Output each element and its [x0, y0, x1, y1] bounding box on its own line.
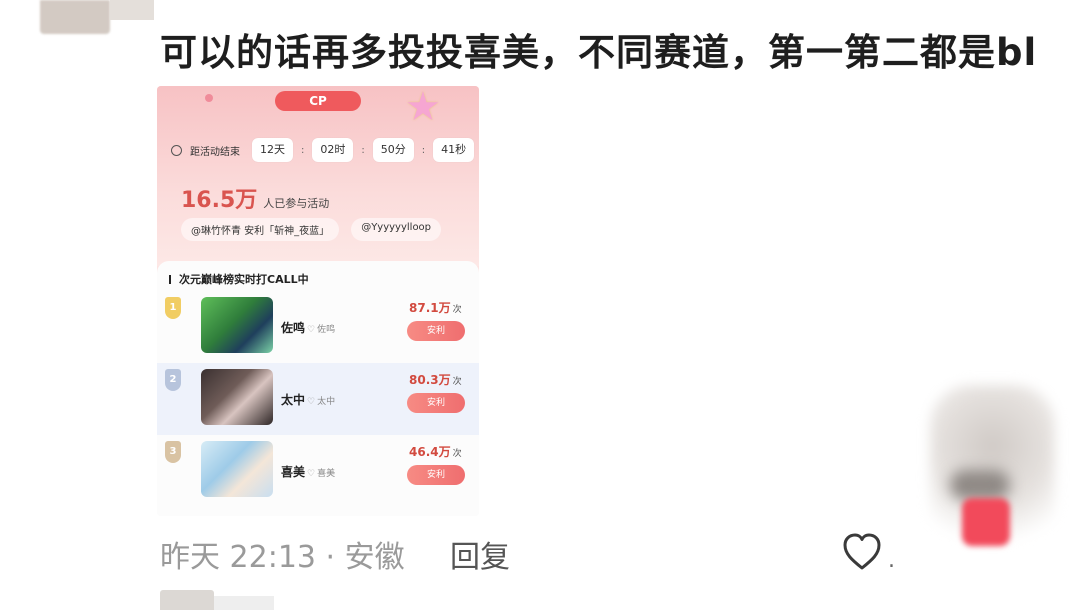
vote-value: 46.4万 [409, 445, 451, 459]
recommend-button[interactable]: 安利 [407, 321, 465, 341]
ranking-row[interactable]: 1 佐鸣 ♡ 佐鸣 87.1万次 安利 [157, 291, 479, 363]
countdown-separator: : [301, 144, 305, 156]
reply-button[interactable]: 回复 [450, 532, 510, 576]
ranking-title: 次元巅峰榜实时打CALL中 [169, 271, 309, 287]
gold-medal-icon: 1 [165, 297, 181, 319]
comment-text: 可以的话再多投投喜美，不同赛道，第一第二都是bl [160, 31, 1038, 74]
blurred-sticker-shadow [950, 470, 1010, 500]
vote-value: 87.1万 [409, 301, 451, 315]
entry-name: 喜美 ♡ 喜美 [281, 463, 335, 480]
entry-title: 喜美 [281, 465, 306, 479]
countdown-separator: : [361, 144, 365, 156]
entry-subtitle: 喜美 [317, 469, 336, 479]
ranking-row[interactable]: 2 太中 ♡ 太中 80.3万次 安利 [157, 363, 479, 435]
commenter-name-blur [110, 0, 154, 20]
recommend-button[interactable]: 安利 [407, 465, 465, 485]
vote-unit: 次 [452, 377, 462, 387]
heart-icon: ♡ [307, 325, 316, 335]
participant-count: 16.5万 人已参与活动 [181, 182, 329, 214]
entry-name: 太中 ♡ 太中 [281, 391, 335, 408]
cover-thumbnail [201, 297, 273, 353]
countdown: 距活动结束 12天 : 02时 : 50分 : 41秒 [171, 138, 475, 162]
participant-number: 16.5万 [181, 188, 258, 213]
entry-subtitle: 太中 [317, 397, 336, 407]
next-commenter-avatar[interactable] [160, 590, 214, 610]
vote-unit: 次 [452, 305, 462, 315]
recommend-button[interactable]: 安利 [407, 393, 465, 413]
ranking-row[interactable]: 3 喜美 ♡ 喜美 46.4万次 安利 [157, 435, 479, 507]
clock-icon [171, 144, 182, 156]
ticker-item: @Yyyyyylloop [351, 218, 442, 241]
ranking-card: 次元巅峰榜实时打CALL中 1 佐鸣 ♡ 佐鸣 87.1万次 安利 2 太中 ♡ 太中 … [157, 261, 479, 516]
countdown-seconds: 41秒 [433, 138, 475, 162]
countdown-hours: 02时 [312, 138, 354, 162]
cover-thumbnail [201, 441, 273, 497]
entry-title: 太中 [281, 393, 306, 407]
activity-ticker: @琳竹怀青 安利「斩神_夜蓝」 @Yyyyyylloop [181, 218, 442, 241]
countdown-days: 12天 [252, 138, 293, 162]
decor-dot [205, 94, 213, 102]
heart-outline-icon[interactable] [840, 530, 884, 574]
entry-subtitle: 佐鸣 [317, 325, 336, 335]
ticker-item: @琳竹怀青 安利「斩神_夜蓝」 [181, 218, 340, 241]
blurred-sticker-red [962, 498, 1010, 546]
cover-thumbnail [201, 369, 273, 425]
vote-count: 46.4万次 [409, 443, 462, 460]
countdown-minutes: 50分 [372, 138, 414, 162]
next-commenter-name-blur [214, 596, 274, 610]
comment-meta: 昨天 22:13 · 安徽 [160, 540, 405, 575]
silver-medal-icon: 2 [165, 369, 181, 391]
vote-value: 80.3万 [409, 373, 451, 387]
entry-name: 佐鸣 ♡ 佐鸣 [281, 319, 335, 336]
cp-tag: CP [275, 91, 361, 111]
participant-label: 人已参与活动 [263, 197, 330, 210]
vote-count: 87.1万次 [409, 299, 462, 316]
countdown-separator: : [421, 144, 426, 156]
ranking-title-text: 次元巅峰榜实时打CALL中 [179, 273, 309, 286]
vote-unit: 次 [452, 449, 462, 459]
heart-icon: ♡ [307, 397, 316, 407]
countdown-label: 距活动结束 [190, 146, 240, 158]
vote-count: 80.3万次 [409, 371, 462, 388]
like-count-blur: . [888, 548, 895, 573]
bar-chart-icon [169, 275, 177, 284]
entry-title: 佐鸣 [281, 321, 306, 335]
heart-icon: ♡ [307, 469, 316, 479]
star-decoration-icon: ★ [405, 86, 441, 130]
commenter-avatar[interactable] [40, 0, 110, 34]
bronze-medal-icon: 3 [165, 441, 181, 463]
attached-screenshot[interactable]: CP ★ 距活动结束 12天 : 02时 : 50分 : 41秒 16.5万 人… [157, 86, 479, 516]
